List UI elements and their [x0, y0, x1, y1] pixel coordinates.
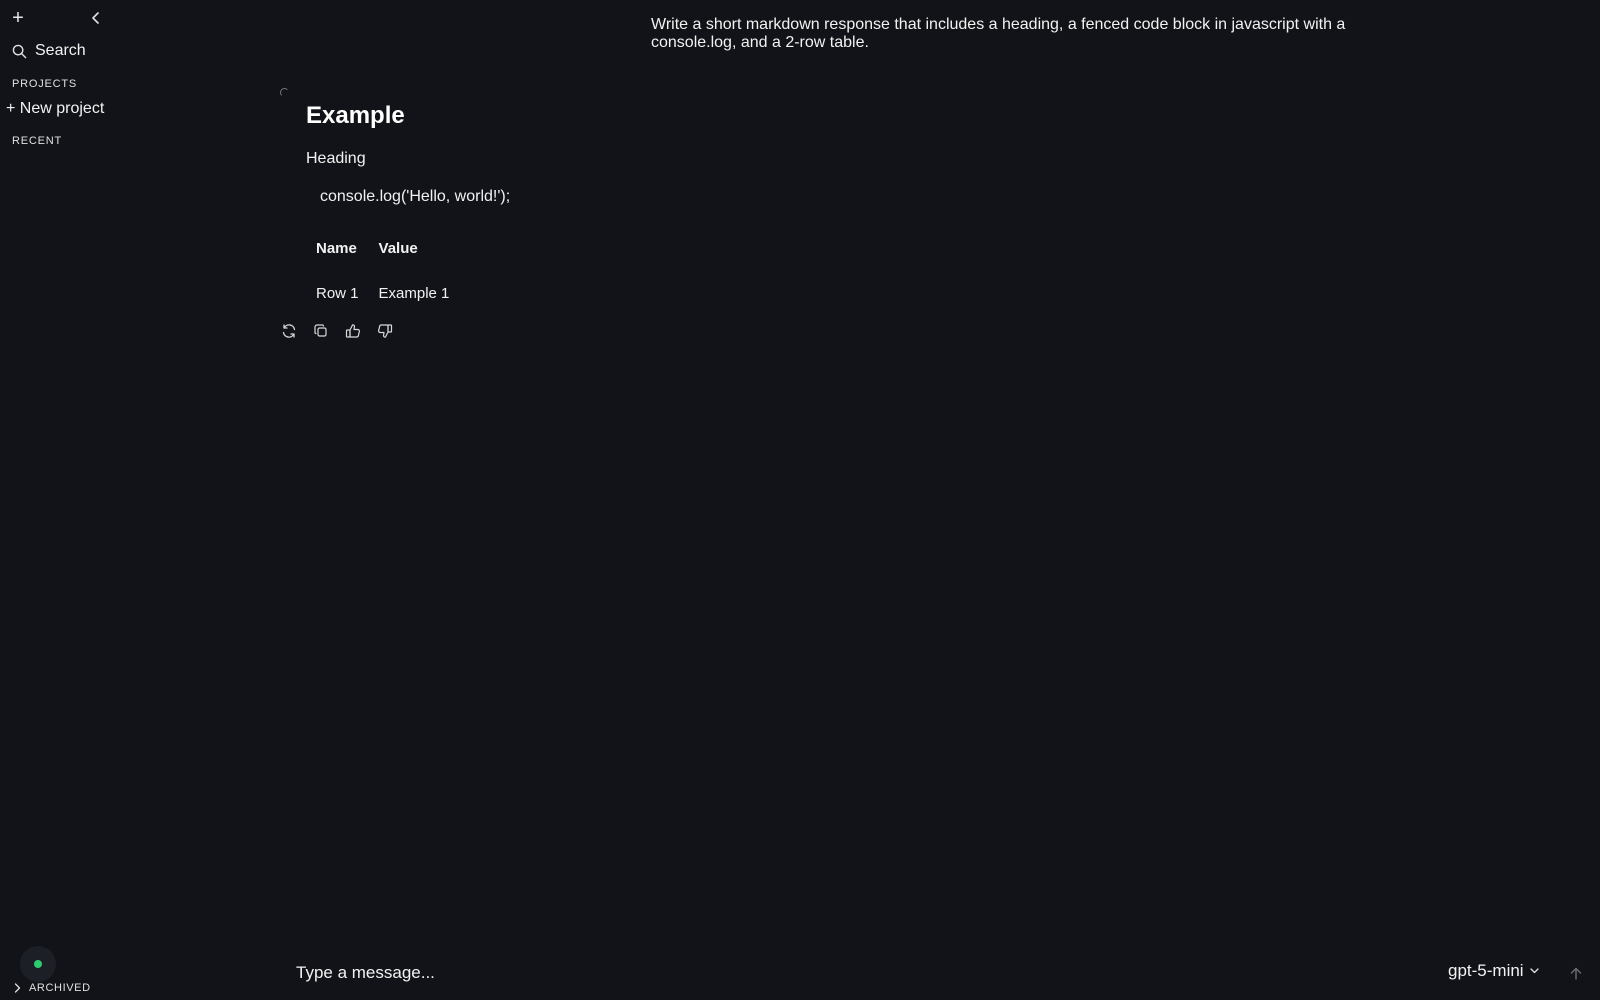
response-heading: Example [306, 102, 405, 129]
message-actions [280, 322, 394, 340]
thumbs-up-button[interactable] [344, 322, 362, 340]
response-table: Name Value Row 1 Example 1 [306, 232, 459, 310]
projects-section-label: PROJECTS [12, 78, 78, 90]
loading-spinner-icon [280, 88, 289, 97]
connection-status[interactable] [20, 946, 56, 982]
send-button[interactable] [1567, 964, 1585, 982]
thumbs-up-icon [345, 324, 361, 338]
arrow-up-icon [1570, 967, 1582, 980]
user-message: Write a short markdown response that inc… [651, 16, 1346, 51]
response-subheading: Heading [306, 150, 366, 167]
message-composer: gpt-5-mini [280, 960, 1590, 986]
new-chat-button[interactable]: + [8, 6, 28, 30]
archived-label: ARCHIVED [29, 982, 91, 994]
message-input[interactable] [294, 960, 1294, 986]
chevron-down-icon [1529, 968, 1539, 974]
archived-toggle[interactable]: ARCHIVED [14, 982, 91, 994]
plus-icon: + [12, 7, 24, 29]
sidebar-search[interactable]: Search [12, 42, 86, 60]
search-icon [12, 44, 27, 58]
recent-section-label: RECENT [12, 135, 63, 147]
status-dot-icon [34, 960, 42, 968]
model-selector[interactable]: gpt-5-mini [1448, 961, 1539, 981]
regenerate-button[interactable] [280, 322, 298, 340]
copy-button[interactable] [312, 322, 330, 340]
collapse-sidebar-button[interactable] [86, 6, 106, 30]
table-header-cell: Value [378, 240, 418, 257]
chevron-right-icon [14, 983, 21, 993]
table-row: Row 1 Example 1 [306, 271, 459, 310]
table-header-row: Name Value [306, 232, 459, 271]
table-cell: Row 1 [316, 285, 359, 302]
copy-icon [314, 324, 327, 337]
sidebar-toolbar: + [8, 6, 108, 30]
code-block: console.log('Hello, world!'); [320, 188, 511, 205]
chevron-left-icon [92, 12, 99, 24]
app-root: + Search PROJECTS + New project RECENT A… [0, 0, 1600, 1000]
thumbs-down-icon [377, 324, 393, 338]
sidebar: + Search PROJECTS + New project RECENT A… [0, 0, 270, 1000]
table-header-cell: Name [316, 240, 357, 257]
thumbs-down-button[interactable] [376, 322, 394, 340]
table-cell: Example 1 [378, 285, 450, 302]
refresh-icon [282, 324, 296, 338]
new-project-button[interactable]: + New project [6, 100, 104, 118]
search-label: Search [35, 42, 86, 59]
model-label: gpt-5-mini [1448, 961, 1524, 980]
